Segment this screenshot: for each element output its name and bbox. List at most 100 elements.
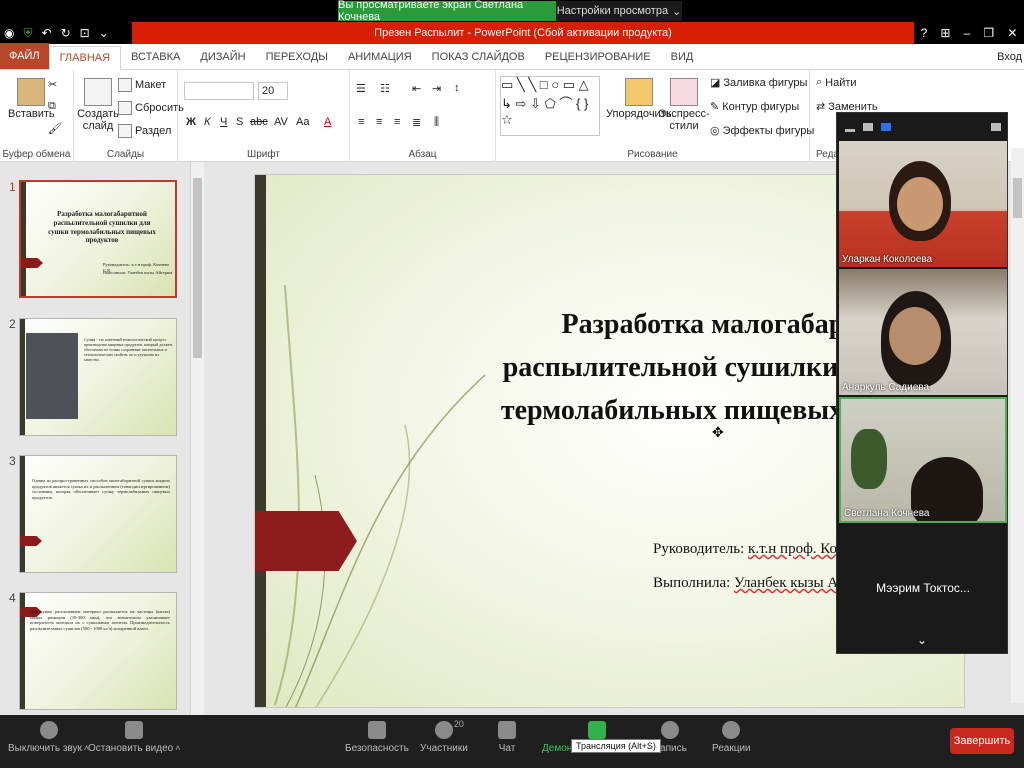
slides-group: Создать слайд Макет Сбросить Раздел Слай…	[74, 70, 184, 162]
change-case-button[interactable]: Aa	[296, 116, 309, 128]
restore-icon[interactable]: ❐	[983, 26, 994, 40]
slide-scrollbar[interactable]	[1011, 148, 1024, 703]
scroll-thumb[interactable]	[1013, 178, 1022, 218]
window-controls: ? ⊞ – ❐ ✕	[914, 22, 1024, 44]
shape-outline-button[interactable]: ✎ Контур фигуры	[710, 100, 799, 114]
align-right-icon[interactable]: ≡	[394, 116, 400, 128]
end-meeting-button[interactable]: Завершить	[950, 728, 1014, 754]
reactions-button[interactable]: Реакции	[712, 721, 751, 754]
shadow-button[interactable]: S	[236, 116, 243, 128]
help-button[interactable]: ?	[921, 26, 928, 40]
start-slideshow-icon[interactable]: ⊡	[80, 26, 90, 40]
slide-thumbnail-1[interactable]: Разработка малогабаритной распылительной…	[19, 180, 177, 298]
strikethrough-button[interactable]: abc	[250, 116, 268, 128]
close-button[interactable]: ✕	[1007, 26, 1017, 40]
layout-button[interactable]: Макет	[118, 78, 166, 92]
align-left-icon[interactable]: ≡	[358, 116, 364, 128]
shape-fill-button[interactable]: ◪ Заливка фигуры	[710, 76, 808, 90]
chevron-down-icon[interactable]: ⌄	[837, 633, 1007, 647]
thumb-text: При сушке распылением материал распыляет…	[30, 609, 170, 631]
undo-icon[interactable]: ↶	[42, 26, 52, 40]
layout-label: Макет	[135, 79, 167, 91]
screen: Вы просматриваете экран Светлана Кочнева…	[0, 0, 1024, 768]
align-center-icon[interactable]: ≡	[376, 116, 382, 128]
view-settings-button[interactable]: Настройки просмотра ⌄	[556, 1, 682, 21]
line-spacing-icon[interactable]: ↕	[454, 82, 460, 94]
paragraph-group: ☰ ☷ ⇤ ⇥ ↕ ≡ ≡ ≡ ≣ ⫼ Абзац	[350, 70, 496, 162]
paragraph-label: Абзац	[408, 149, 437, 160]
redo-icon[interactable]: ↻	[61, 26, 71, 40]
reset-icon	[118, 101, 132, 115]
ribbon-tabs: ФАЙЛ ГЛАВНАЯ ВСТАВКА ДИЗАЙН ПЕРЕХОДЫ АНИ…	[0, 43, 1024, 70]
fill-icon: ◪	[710, 77, 721, 89]
copy-icon[interactable]: ⧉	[48, 100, 56, 113]
thumb-bar	[21, 182, 26, 296]
reactions-label: Реакции	[712, 743, 751, 754]
shield-icon	[367, 721, 386, 739]
increase-indent-icon[interactable]: ⇥	[432, 82, 441, 95]
shape-effects-button[interactable]: ◎ Эффекты фигуры	[710, 124, 814, 138]
mute-button[interactable]: Выключить звук ˄	[8, 721, 89, 754]
stop-video-button[interactable]: Остановить видео ˄	[88, 721, 180, 754]
video-label: Остановить видео	[88, 743, 174, 754]
justify-icon[interactable]: ≣	[412, 116, 421, 129]
decrease-indent-icon[interactable]: ⇤	[412, 82, 421, 95]
gallery-view-icon[interactable]	[881, 123, 891, 131]
tab-home[interactable]: ГЛАВНАЯ	[48, 46, 122, 70]
reset-button[interactable]: Сбросить	[118, 101, 184, 115]
columns-icon[interactable]: ⫼	[434, 116, 439, 129]
chat-icon	[498, 721, 516, 739]
slide-thumbnail-4[interactable]: При сушке распылением материал распыляет…	[19, 592, 177, 710]
bullets-icon[interactable]: ☰	[356, 82, 366, 95]
slide-thumbnail-3[interactable]: Одним из распространенных способов малог…	[19, 455, 177, 573]
sign-in-link[interactable]: Вход	[987, 45, 1024, 69]
ribbon-display-icon[interactable]: ⊞	[940, 26, 950, 40]
participant-video[interactable]: Уларкан Коколоева	[839, 141, 1007, 267]
bold-button[interactable]: Ж	[186, 116, 196, 128]
font-size-dropdown[interactable]: 20	[258, 82, 288, 100]
broadcast-tooltip: Трансляция (Alt+S)	[571, 739, 661, 753]
thumbnails-scrollbar[interactable]	[190, 162, 204, 715]
find-button[interactable]: ⌕ Найти	[816, 76, 857, 89]
quick-styles-button[interactable]: Экспресс-стили	[658, 78, 710, 132]
tab-review[interactable]: РЕЦЕНЗИРОВАНИЕ	[535, 45, 661, 69]
new-slide-button[interactable]: Создать слайд	[77, 78, 119, 132]
expand-icon[interactable]	[991, 123, 1001, 131]
participant-video-active[interactable]: Светлана Кочнева	[839, 397, 1007, 523]
slide-thumbnails-panel: 1 Разработка малогабаритной распылительн…	[0, 162, 206, 715]
slide-thumbnail-2[interactable]: Сушка - это конечный технологический про…	[19, 318, 177, 436]
minimize-icon[interactable]: –	[964, 26, 971, 40]
cut-icon[interactable]: ✂	[48, 78, 57, 91]
participants-button[interactable]: 20 Участники	[420, 719, 468, 754]
tab-file[interactable]: ФАЙЛ	[0, 43, 49, 69]
font-family-dropdown[interactable]	[184, 82, 254, 100]
record-icon: ◉	[4, 26, 15, 40]
customize-icon[interactable]: ⌄	[99, 26, 109, 40]
font-color-button[interactable]: A	[324, 116, 331, 128]
thumbnail-view-icon[interactable]	[863, 123, 873, 131]
share-pill: Вы просматриваете экран Светлана Кочнева…	[338, 0, 682, 23]
spacing-button[interactable]: AV	[274, 116, 288, 128]
tab-view[interactable]: ВИД	[661, 45, 704, 69]
chat-label: Чат	[498, 743, 516, 754]
minimize-icon[interactable]	[845, 128, 855, 132]
section-button[interactable]: Раздел	[118, 124, 171, 138]
participant-video[interactable]: Анаркуль Садиева	[839, 269, 1007, 395]
numbering-icon[interactable]: ☷	[380, 82, 390, 95]
security-button[interactable]: Безопасность	[345, 721, 409, 754]
binoculars-icon: ⌕	[816, 76, 823, 88]
tab-slideshow[interactable]: ПОКАЗ СЛАЙДОВ	[422, 45, 535, 69]
format-painter-icon[interactable]: 🖌	[48, 122, 62, 135]
tab-insert[interactable]: ВСТАВКА	[121, 45, 190, 69]
shapes-gallery[interactable]: ▭ ╲ ╲ □ ○ ▭ △ ↳ ⇨ ⇩ ⬠ ⌒ { } ☆	[500, 76, 600, 136]
italic-button[interactable]: К	[204, 116, 210, 128]
shape-fill-label: Заливка фигуры	[723, 76, 808, 89]
caret-up-icon[interactable]: ˄	[175, 743, 180, 753]
author-name: Уланбек кызы А	[734, 575, 839, 591]
scroll-thumb[interactable]	[193, 178, 202, 358]
chat-button[interactable]: Чат	[498, 721, 516, 754]
tab-animation[interactable]: АНИМАЦИЯ	[338, 45, 422, 69]
underline-button[interactable]: Ч	[220, 116, 227, 128]
tab-design[interactable]: ДИЗАЙН	[190, 45, 255, 69]
tab-transitions[interactable]: ПЕРЕХОДЫ	[256, 45, 338, 69]
